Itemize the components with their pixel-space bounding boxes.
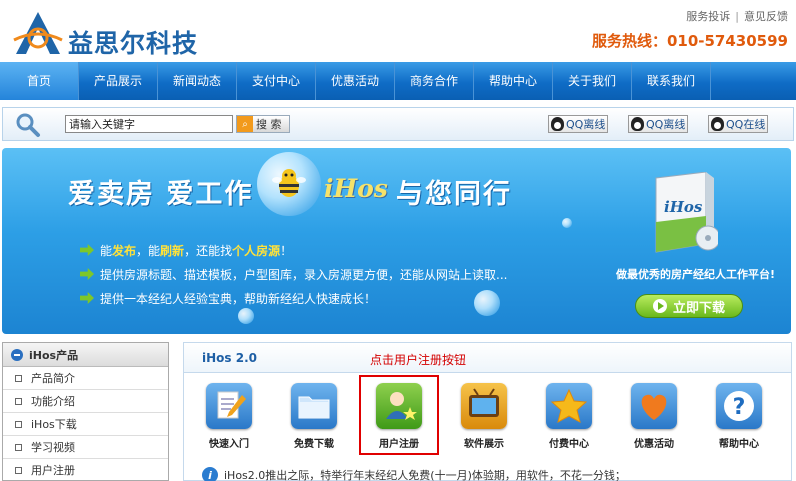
notepad-pencil-icon [206,383,252,429]
sidebar-title: iHos产品 [29,348,79,362]
page: 益思尔科技 服务投诉 | 意见反馈 服务热线：010-57430599 首页 产品展… [0,0,796,481]
complaint-link[interactable]: 服务投诉 [686,10,730,23]
icon-label: 快速入门 [209,439,249,450]
nav-item-news[interactable]: 新闻动态 [158,62,237,100]
heart-icon [631,383,677,429]
bubble-decoration [562,218,572,228]
search-icon: ⌕ [237,116,253,132]
banner-bullet: 能发布 ，能 刷新 ，还能找 个人房源！ [80,238,507,262]
qq-offline-button-1[interactable]: QQ离线 [548,115,608,133]
hotline: 服务热线：010-57430599 [591,32,788,50]
search-bar: ⌕ 搜 索 QQ离线 QQ离线 QQ在线 [2,107,794,141]
nav-item-promotions[interactable]: 优惠活动 [316,62,395,100]
star-icon [546,383,592,429]
banner-slogan: 做最优秀的房产经纪人工作平台! [616,268,776,281]
magnifier-icon [16,113,40,137]
qq-penguin-icon [711,117,724,131]
sidebar-item-features[interactable]: 功能介绍 [3,390,168,413]
header: 益思尔科技 服务投诉 | 意见反馈 服务热线：010-57430599 [0,0,796,62]
annotation-text: 点击用户注册按钮 [370,353,467,367]
icon-label: 免费下载 [294,439,334,450]
banner-title-left: 爱卖房 爱工作 [68,179,254,210]
qq-label: QQ离线 [566,118,606,131]
top-links: 服务投诉 | 意见反馈 [686,10,788,23]
panel-header: iHos 2.0 点击用户注册按钮 [184,343,791,373]
green-arrow-icon [80,292,94,304]
square-bullet-icon [15,420,22,428]
main-panel: iHos 2.0 点击用户注册按钮 快速入门 免费下载 用户注册 软件展示 付费… [183,342,792,481]
qq-label: QQ离线 [646,118,686,131]
software-box-icon: iHos [655,172,718,253]
nav-item-home[interactable]: 首页 [0,62,79,100]
sidebar-header[interactable]: iHos产品 [3,343,168,367]
logo[interactable]: 益思尔科技 [12,10,197,58]
info-icon: i [202,467,218,481]
search-button[interactable]: ⌕ 搜 索 [236,115,290,133]
panel-title: iHos 2.0 [202,351,257,365]
question-icon: ? [716,383,762,429]
info-line: i iHos2.0推出之际，特举行年末经纪人免费(十一月)体验期，用软件，不花一… [202,467,626,481]
download-now-button[interactable]: 立即下载 [635,294,743,318]
nav-item-products[interactable]: 产品展示 [79,62,158,100]
feature-icons: 快速入门 免费下载 用户注册 软件展示 付费中心 优惠活动 ? 帮助中心 [194,383,784,453]
qq-online-button[interactable]: QQ在线 [708,115,768,133]
square-bullet-icon [15,443,22,451]
icon-label: 用户注册 [379,439,419,450]
svg-text:?: ? [733,395,746,420]
banner-brand: iHos [324,174,388,203]
qq-penguin-icon [631,117,644,131]
help-center-button[interactable]: ? 帮助中心 [704,383,774,450]
banner-bullet: 提供一本经纪人经验宝典，帮助新经纪人快速成长！ [80,286,507,310]
green-arrow-icon [80,244,94,256]
free-download-button[interactable]: 免费下载 [279,383,349,450]
main-nav: 首页 产品展示 新闻动态 支付中心 优惠活动 商务合作 帮助中心 关于我们 联系… [0,62,796,100]
green-arrow-icon [80,268,94,280]
sidebar-item-download[interactable]: iHos下载 [3,413,168,436]
square-bullet-icon [15,397,22,405]
square-bullet-icon [15,374,22,382]
nav-item-contact[interactable]: 联系我们 [632,62,711,100]
nav-item-business[interactable]: 商务合作 [395,62,474,100]
info-text: iHos2.0推出之际，特举行年末经纪人免费(十一月)体验期，用软件，不花一分钱… [224,469,626,481]
qq-penguin-icon [551,117,564,131]
banner-bullets: 能发布 ，能 刷新 ，还能找 个人房源！ 提供房源标题、描述模板，户型图库，录入房源更方… [80,238,507,310]
search-input[interactable] [65,115,233,133]
banner-title-right: 与您同行 [396,179,512,210]
promotions-button[interactable]: 优惠活动 [619,383,689,450]
hero-banner[interactable]: 爱卖房 爱工作 与您同行 iHos 能发布 ，能 刷新 ，还能找 个人房源！ 提供房源标… [2,148,791,334]
search-button-label: 搜 索 [256,118,282,131]
logo-text: 益思尔科技 [68,29,199,58]
sidebar-item-videos[interactable]: 学习视频 [3,436,168,459]
user-register-button[interactable]: 用户注册 [364,383,434,450]
play-icon [652,299,667,313]
bee-mascot-icon [272,169,306,197]
sidebar: iHos产品 产品简介 功能介绍 iHos下载 学习视频 用户注册 [2,342,169,481]
download-label: 立即下载 [672,300,725,316]
software-showcase-button[interactable]: 软件展示 [449,383,519,450]
sidebar-item-register[interactable]: 用户注册 [3,459,168,481]
banner-title: 爱卖房 爱工作 与您同行 [68,172,510,211]
nav-item-payment[interactable]: 支付中心 [237,62,316,100]
box-label: iHos [664,198,703,216]
icon-label: 软件展示 [464,439,504,450]
tv-icon [461,383,507,429]
qq-label: QQ在线 [726,118,766,131]
bubble-decoration [238,308,254,324]
nav-item-about[interactable]: 关于我们 [553,62,632,100]
icon-label: 付费中心 [549,439,589,450]
collapse-icon [11,348,23,361]
payment-center-button[interactable]: 付费中心 [534,383,604,450]
banner-bullet: 提供房源标题、描述模板，户型图库，录入房源更方便，还能从网站上读取... [80,262,507,286]
quick-start-button[interactable]: 快速入门 [194,383,264,450]
folder-icon [291,383,337,429]
qq-offline-button-2[interactable]: QQ离线 [628,115,688,133]
feedback-link[interactable]: 意见反馈 [744,10,788,23]
logo-a-icon [13,12,63,54]
icon-label: 帮助中心 [719,439,759,450]
icon-label: 优惠活动 [634,439,674,450]
user-add-icon [376,383,422,429]
square-bullet-icon [15,466,22,474]
nav-item-help[interactable]: 帮助中心 [474,62,553,100]
sidebar-item-intro[interactable]: 产品简介 [3,367,168,390]
